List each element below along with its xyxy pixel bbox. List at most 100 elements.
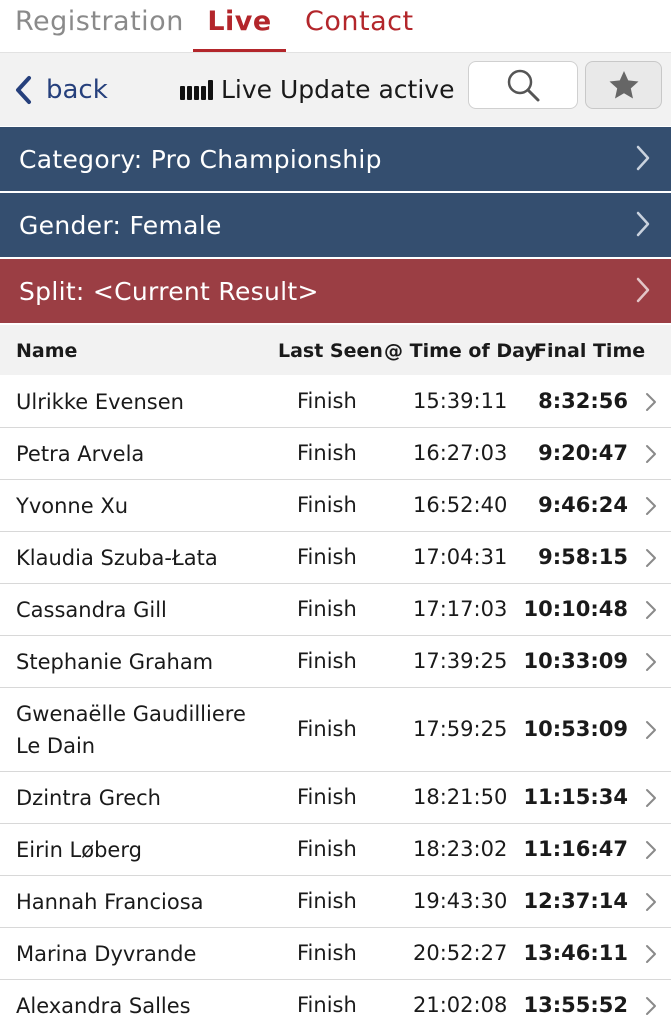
last-seen: Finish xyxy=(297,545,357,569)
time-of-day: 18:21:50 xyxy=(413,785,508,809)
result-row[interactable]: Gwenaëlle Gaudilliere Le Dain Finish 17:59… xyxy=(0,688,671,772)
chevron-right-icon xyxy=(646,653,656,671)
final-time: 9:58:15 xyxy=(538,545,628,569)
time-of-day: 17:04:31 xyxy=(413,545,508,569)
athlete-name: Petra Arvela xyxy=(16,442,145,466)
athlete-name: Yvonne Xu xyxy=(16,494,129,518)
time-of-day: 17:59:25 xyxy=(413,717,508,741)
chevron-right-icon xyxy=(646,945,656,963)
result-row[interactable]: Klaudia Szuba-Łata Finish 17:04:31 9:58:15 xyxy=(0,532,671,584)
time-of-day: 16:27:03 xyxy=(413,441,508,465)
result-row[interactable]: Alexandra Salles Finish 21:02:08 13:55:52 xyxy=(0,980,671,1024)
gender-filter-label: Gender: Female xyxy=(19,210,222,240)
final-time: 10:53:09 xyxy=(523,717,628,741)
time-of-day: 21:02:08 xyxy=(413,993,508,1017)
time-of-day: 16:52:40 xyxy=(413,493,508,517)
result-row[interactable]: Petra Arvela Finish 16:27:03 9:20:47 xyxy=(0,428,671,480)
last-seen: Finish xyxy=(297,993,357,1017)
athlete-name: Dzintra Grech xyxy=(16,786,161,810)
athlete-name: Klaudia Szuba-Łata xyxy=(16,546,218,570)
athlete-name: Hannah Franciosa xyxy=(16,890,204,914)
time-of-day: 15:39:11 xyxy=(413,389,508,413)
tab-live[interactable]: Live xyxy=(193,6,286,52)
star-icon xyxy=(609,71,638,99)
back-label: back xyxy=(46,75,108,105)
search-button[interactable] xyxy=(468,61,578,109)
last-seen: Finish xyxy=(297,389,357,413)
result-row[interactable]: Stephanie Graham Finish 17:39:25 10:33:09 xyxy=(0,636,671,688)
final-time: 13:46:11 xyxy=(523,941,628,965)
last-seen: Finish xyxy=(297,649,357,673)
result-row[interactable]: Dzintra Grech Finish 18:21:50 11:15:34 xyxy=(0,772,671,824)
final-time: 8:32:56 xyxy=(538,389,628,413)
chevron-left-icon xyxy=(16,76,31,104)
chevron-right-icon xyxy=(646,721,656,739)
final-time: 13:55:52 xyxy=(523,993,628,1017)
signal-bars-icon xyxy=(180,79,215,100)
gender-filter[interactable]: Gender: Female xyxy=(0,193,671,257)
final-time: 11:15:34 xyxy=(523,785,628,809)
athlete-name: Stephanie Graham xyxy=(16,650,214,674)
chevron-right-icon xyxy=(646,601,656,619)
toolbar: back Live Update active xyxy=(0,52,671,126)
results-table-header: Name Last Seen @ Time of Day Final Time xyxy=(0,325,671,375)
category-filter[interactable]: Category: Pro Championship xyxy=(0,127,671,191)
split-filter-label: Split: <Current Result> xyxy=(19,276,319,306)
result-row[interactable]: Cassandra Gill Finish 17:17:03 10:10:48 xyxy=(0,584,671,636)
header-last-seen[interactable]: Last Seen xyxy=(278,340,383,362)
last-seen: Finish xyxy=(297,889,357,913)
time-of-day: 17:39:25 xyxy=(413,649,508,673)
chevron-right-icon xyxy=(646,997,656,1015)
chevron-right-icon xyxy=(646,841,656,859)
last-seen: Finish xyxy=(297,941,357,965)
athlete-name: Eirin Løberg xyxy=(16,838,142,862)
last-seen: Finish xyxy=(297,785,357,809)
chevron-right-icon xyxy=(636,145,650,171)
final-time: 9:46:24 xyxy=(538,493,628,517)
chevron-right-icon xyxy=(646,445,656,463)
result-row[interactable]: Eirin Løberg Finish 18:23:02 11:16:47 xyxy=(0,824,671,876)
time-of-day: 20:52:27 xyxy=(413,941,508,965)
last-seen: Finish xyxy=(297,441,357,465)
category-filter-label: Category: Pro Championship xyxy=(19,144,382,174)
split-filter[interactable]: Split: <Current Result> xyxy=(0,259,671,323)
chevron-right-icon xyxy=(646,789,656,807)
athlete-name: Cassandra Gill xyxy=(16,598,167,622)
last-seen: Finish xyxy=(297,837,357,861)
result-row[interactable]: Marina Dyvrande Finish 20:52:27 13:46:11 xyxy=(0,928,671,980)
result-row[interactable]: Hannah Franciosa Finish 19:43:30 12:37:14 xyxy=(0,876,671,928)
tab-registration[interactable]: Registration xyxy=(15,6,184,52)
result-row[interactable]: Ulrikke Evensen Finish 15:39:11 8:32:56 xyxy=(0,376,671,428)
header-time-of-day[interactable]: @ Time of Day xyxy=(384,340,537,362)
top-tab-bar: Registration Live Contact xyxy=(0,0,671,52)
last-seen: Finish xyxy=(297,597,357,621)
result-row[interactable]: Yvonne Xu Finish 16:52:40 9:46:24 xyxy=(0,480,671,532)
final-time: 10:33:09 xyxy=(523,649,628,673)
chevron-right-icon xyxy=(646,393,656,411)
favorites-button[interactable] xyxy=(585,61,662,109)
last-seen: Finish xyxy=(297,717,357,741)
tab-contact[interactable]: Contact xyxy=(305,6,414,52)
time-of-day: 19:43:30 xyxy=(413,889,508,913)
header-final-time[interactable]: Final Time xyxy=(534,340,645,362)
live-update-label: Live Update active xyxy=(221,75,455,104)
chevron-right-icon xyxy=(636,211,650,237)
athlete-name: Ulrikke Evensen xyxy=(16,390,184,414)
athlete-name: Gwenaëlle Gaudilliere Le Dain xyxy=(16,702,246,758)
final-time: 12:37:14 xyxy=(523,889,628,913)
chevron-right-icon xyxy=(646,549,656,567)
final-time: 10:10:48 xyxy=(523,597,628,621)
search-icon xyxy=(507,69,540,102)
time-of-day: 17:17:03 xyxy=(413,597,508,621)
chevron-right-icon xyxy=(646,893,656,911)
back-button[interactable]: back xyxy=(14,71,108,109)
live-update-indicator: Live Update active xyxy=(180,75,454,104)
athlete-name: Alexandra Salles xyxy=(16,994,191,1018)
final-time: 9:20:47 xyxy=(538,441,628,465)
time-of-day: 18:23:02 xyxy=(413,837,508,861)
header-name[interactable]: Name xyxy=(16,340,77,362)
chevron-right-icon xyxy=(646,497,656,515)
chevron-right-icon xyxy=(636,277,650,303)
athlete-name: Marina Dyvrande xyxy=(16,942,197,966)
final-time: 11:16:47 xyxy=(523,837,628,861)
